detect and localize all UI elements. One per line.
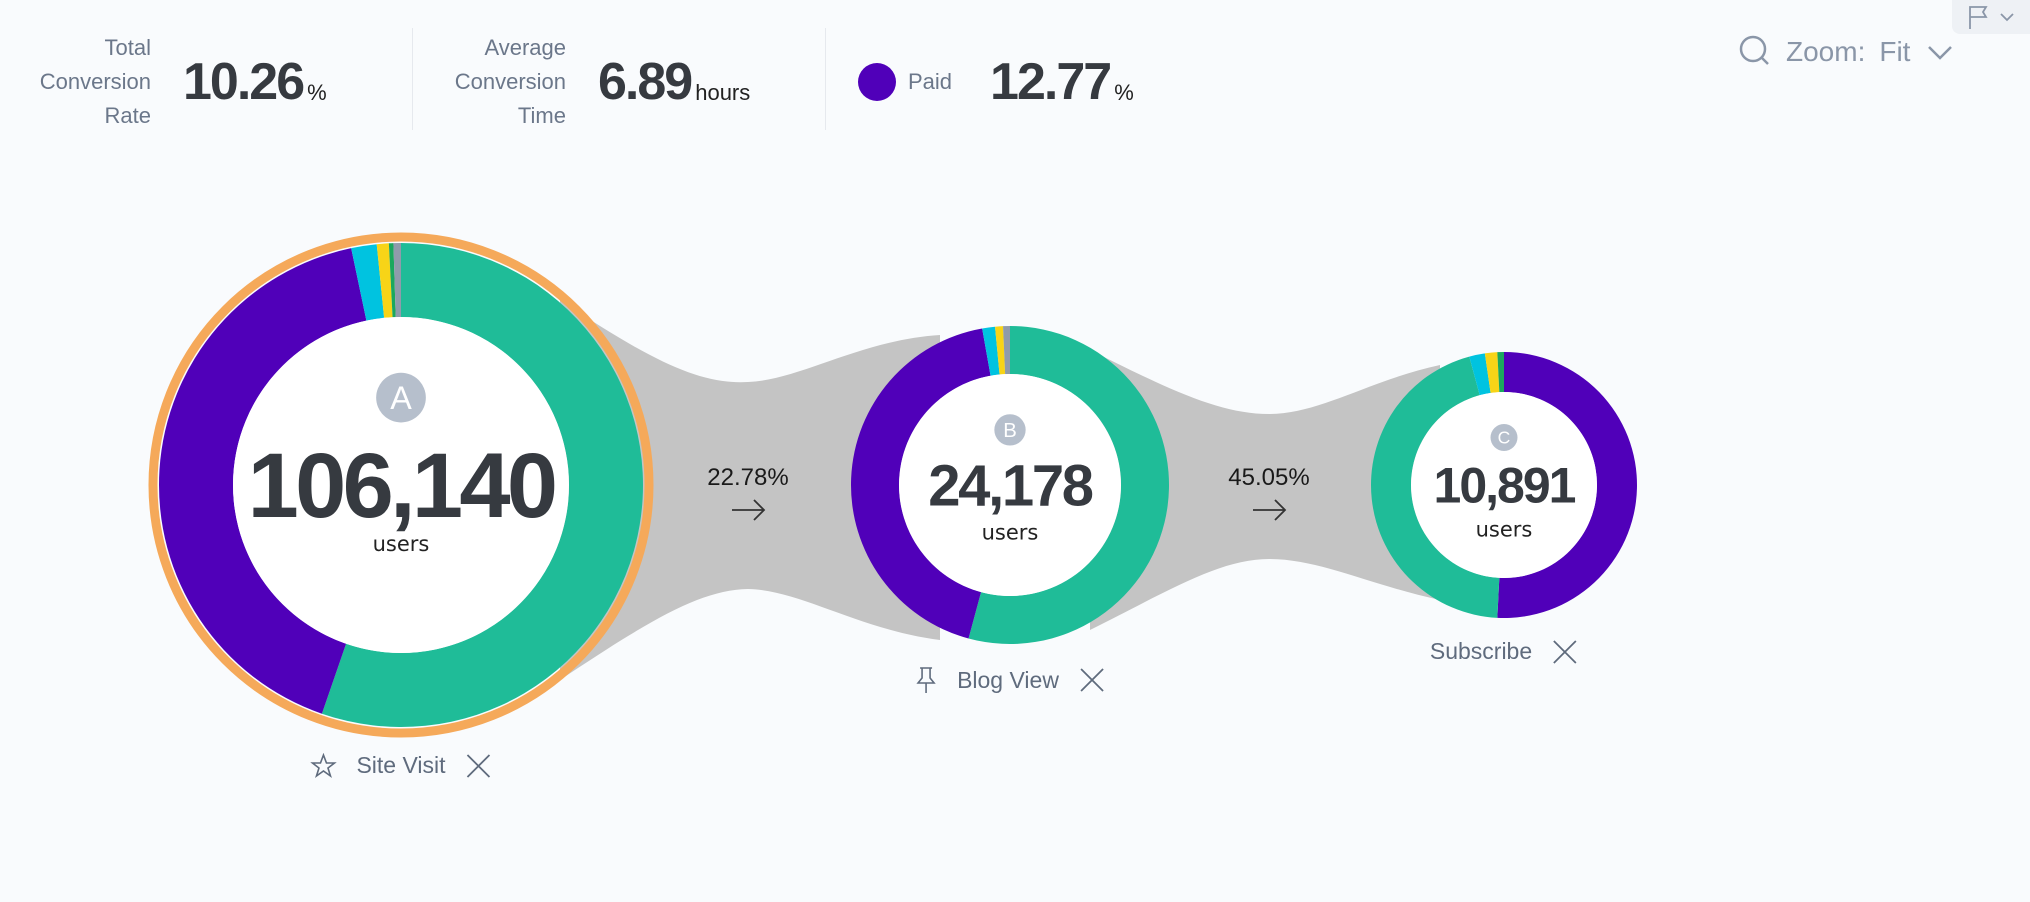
star-icon[interactable] xyxy=(310,752,337,779)
step-name[interactable]: Blog View xyxy=(957,667,1059,694)
step-unit: users xyxy=(1476,518,1533,542)
step-letter: B xyxy=(1003,420,1017,442)
close-icon[interactable] xyxy=(1552,639,1578,665)
funnel-step-a[interactable]: A 106,140users xyxy=(148,232,654,738)
transition-rate: 45.05% xyxy=(1228,464,1309,491)
step-name-row: Site Visit xyxy=(310,752,491,779)
step-count: 106,140 xyxy=(248,435,555,537)
step-letter: C xyxy=(1498,428,1511,448)
step-count: 10,891 xyxy=(1434,458,1576,514)
funnel-chart: A106,140usersB24,178usersC10,891users22.… xyxy=(148,232,1637,738)
step-name-row: Blog View xyxy=(915,666,1105,694)
step-name[interactable]: Site Visit xyxy=(356,752,445,779)
transition-rate: 22.78% xyxy=(707,464,788,491)
funnel-step-b[interactable]: B 24,178users xyxy=(851,326,1169,644)
close-icon[interactable] xyxy=(1079,667,1105,693)
step-name[interactable]: Subscribe xyxy=(1430,638,1532,665)
funnel-step-c[interactable]: C 10,891 users xyxy=(1371,352,1637,618)
step-letter: A xyxy=(390,380,412,416)
step-count: 24,178 xyxy=(928,453,1093,518)
step-unit: users xyxy=(982,520,1039,544)
pin-icon[interactable] xyxy=(915,666,937,694)
step-name-row: Subscribe xyxy=(1430,638,1578,665)
step-unit: users xyxy=(373,532,430,556)
close-icon[interactable] xyxy=(466,753,492,779)
